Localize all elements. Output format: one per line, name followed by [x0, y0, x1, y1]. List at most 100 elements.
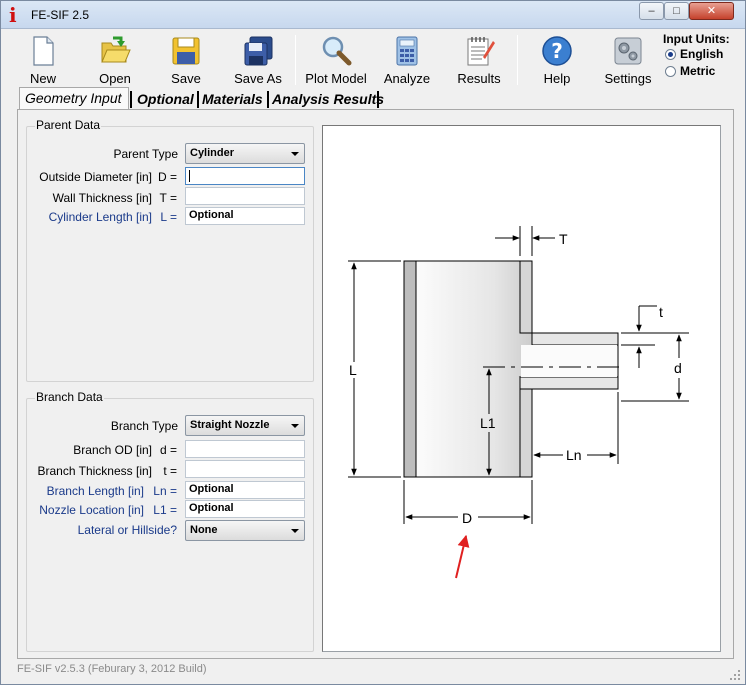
label-d: d — [674, 360, 682, 376]
results-button[interactable]: Results — [451, 33, 507, 87]
minimize-button[interactable]: – — [639, 2, 664, 20]
status-bar: FE-SIF v2.5.3 (Feburary 3, 2012 Build) — [1, 661, 745, 683]
cylinder-length-symbol: L = — [160, 210, 177, 224]
parent-type-value: Cylinder — [190, 147, 235, 159]
toolbar-separator — [517, 35, 518, 85]
input-units-title: Input Units: — [663, 32, 730, 46]
tab-geometry-input[interactable]: Geometry Input — [19, 87, 129, 109]
results-notepad-icon — [467, 37, 495, 66]
english-radio[interactable]: English — [663, 46, 743, 63]
new-file-icon — [33, 36, 54, 66]
geometry-diagram-canvas: T L t d L1 Ln D — [322, 125, 721, 652]
cylinder-length-value: Optional — [189, 209, 234, 221]
input-units-group: Input Units: English Metric — [663, 32, 743, 80]
cylinder-left-wall — [403, 260, 417, 478]
help-question-icon: ? — [542, 36, 572, 66]
cylinder-length-label: Cylinder Length [in] — [48, 210, 152, 224]
nozzle-location-label: Nozzle Location [in] — [39, 503, 144, 517]
text-caret — [189, 170, 190, 182]
plot-model-button[interactable]: Plot Model — [301, 33, 371, 87]
analyze-button[interactable]: Analyze — [379, 33, 435, 87]
save-disk-icon — [172, 37, 200, 65]
label-T: T — [559, 231, 568, 247]
help-button[interactable]: ? Help — [529, 33, 585, 87]
title-bar[interactable]: i FE-SIF 2.5 – □ ✕ — [1, 1, 745, 29]
save-as-button[interactable]: Save As — [229, 33, 287, 87]
english-label: English — [680, 47, 724, 61]
branch-thickness-label: Branch Thickness [in] — [37, 464, 153, 478]
app-window: i FE-SIF 2.5 – □ ✕ New Open Save Save As… — [0, 0, 746, 685]
nozzle-location-value: Optional — [189, 502, 234, 514]
label-L: L — [349, 362, 357, 378]
tab-materials[interactable]: Materials — [197, 89, 269, 109]
magnifier-icon — [322, 36, 352, 66]
label-Ln: Ln — [566, 447, 582, 463]
branch-length-label: Branch Length [in] — [46, 484, 144, 498]
branch-od-label: Branch OD [in] — [73, 443, 152, 457]
settings-gear-icon — [614, 37, 642, 65]
cylinder-length-input[interactable]: Optional — [185, 207, 305, 225]
tab-analysis-results[interactable]: Analysis Results — [267, 89, 390, 109]
close-button[interactable]: ✕ — [689, 2, 734, 20]
nozzle-lower-band — [519, 376, 619, 390]
metric-radio[interactable]: Metric — [663, 63, 743, 80]
cylinder-body — [403, 260, 533, 478]
branch-thickness-symbol: t = — [163, 464, 177, 478]
tab-optional[interactable]: Optional — [132, 89, 200, 109]
cylinder-right-wall-upper — [519, 260, 533, 334]
outside-diameter-input[interactable] — [185, 167, 305, 185]
analyze-label: Analyze — [383, 71, 431, 86]
chevron-down-icon — [291, 152, 299, 156]
save-as-disk-icon — [244, 36, 273, 66]
chevron-down-icon — [291, 424, 299, 428]
results-label: Results — [457, 71, 501, 86]
branch-thickness-input[interactable] — [185, 460, 305, 478]
cylinder-right-wall-lower — [519, 388, 533, 478]
save-button[interactable]: Save — [159, 33, 213, 87]
open-folder-icon — [101, 36, 131, 63]
label-D: D — [462, 510, 472, 526]
red-pointer-arrow — [455, 534, 470, 579]
settings-button[interactable]: Settings — [599, 33, 657, 87]
nozzle-upper-wall — [520, 332, 619, 346]
metric-radio-dot[interactable] — [665, 66, 676, 77]
parent-data-group: Parent Data — [26, 118, 314, 382]
parent-type-select[interactable]: Cylinder — [185, 143, 305, 164]
resize-grip-icon[interactable] — [729, 669, 741, 681]
nozzle-location-input[interactable]: Optional — [185, 500, 305, 518]
toolbar-separator — [295, 35, 296, 85]
open-button[interactable]: Open — [87, 33, 143, 87]
help-label: Help — [543, 71, 571, 86]
calculator-icon — [396, 36, 418, 66]
outside-diameter-symbol: D = — [157, 170, 177, 184]
branch-length-value: Optional — [189, 483, 234, 495]
nozzle-bore — [521, 345, 617, 377]
save-as-label: Save As — [234, 71, 282, 86]
parent-data-title: Parent Data — [35, 118, 102, 132]
svg-text:?: ? — [551, 39, 563, 63]
status-build-text: FE-SIF v2.5.3 (Feburary 3, 2012 Build) — [17, 663, 207, 675]
open-label: Open — [99, 71, 131, 86]
branch-length-input[interactable]: Optional — [185, 481, 305, 499]
new-button[interactable]: New — [15, 33, 71, 87]
label-L1: L1 — [480, 415, 496, 431]
app-icon: i — [9, 3, 17, 27]
branch-od-input[interactable] — [185, 440, 305, 458]
branch-od-symbol: d = — [159, 443, 177, 457]
toolbar: New Open Save Save As Plot Model Analyze… — [1, 30, 745, 88]
lateral-hillside-value: None — [190, 524, 218, 536]
new-label: New — [29, 71, 56, 86]
branch-type-value: Straight Nozzle — [190, 419, 270, 431]
lateral-hillside-select[interactable]: None — [185, 520, 305, 541]
maximize-button[interactable]: □ — [664, 2, 689, 20]
parent-type-label: Parent Type — [113, 147, 179, 161]
lateral-hillside-label: Lateral or Hillside? — [77, 523, 177, 537]
wall-thickness-label: Wall Thickness [in] — [52, 191, 152, 205]
branch-type-label: Branch Type — [110, 419, 178, 433]
wall-thickness-input[interactable] — [185, 187, 305, 205]
branch-length-symbol: Ln = — [153, 484, 177, 498]
metric-label: Metric — [680, 64, 716, 78]
settings-label: Settings — [604, 71, 652, 86]
branch-type-select[interactable]: Straight Nozzle — [185, 415, 305, 436]
english-radio-dot[interactable] — [665, 49, 676, 60]
